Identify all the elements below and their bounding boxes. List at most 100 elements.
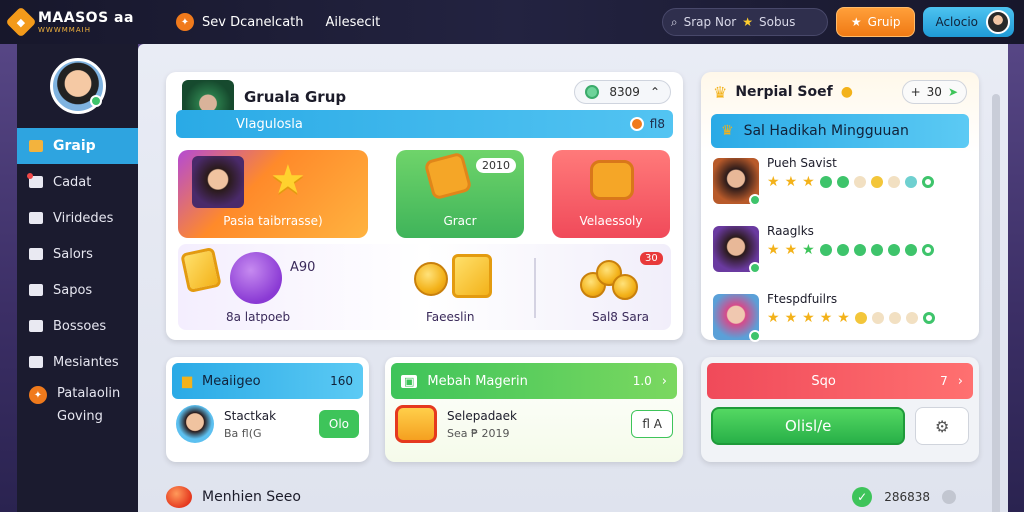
action-title: Sqo: [811, 373, 836, 389]
app-logo[interactable]: ◆ MAASOS aa WWWMMAIH: [5, 6, 170, 38]
coin-orb-icon: [230, 252, 282, 304]
star-icon: ★: [742, 15, 753, 29]
online-icon: [749, 262, 761, 274]
profile-button-label: Aclocio: [935, 15, 978, 29]
group-bar-count: fl8: [649, 117, 665, 131]
profile-button[interactable]: Aclocio: [923, 7, 1014, 37]
check-icon: ✓: [852, 487, 873, 507]
scrollbar[interactable]: [992, 94, 1000, 512]
gifts-title: Mebah Magerin: [427, 373, 528, 389]
play-button[interactable]: Olisl/e: [711, 407, 906, 445]
weekly-ranking-bar[interactable]: ♛ Sal Hadikah Mingguuan: [711, 114, 969, 148]
tile-label: Velaessoly: [579, 214, 643, 228]
sender-avatar: [176, 405, 214, 443]
sidebar-item-label: Viridedes: [53, 210, 114, 226]
progress-dots: ★ ★ ★: [767, 175, 934, 189]
sidebar-item-label: Graip: [53, 138, 96, 154]
sidebar-item-label: Mesiantes: [53, 354, 119, 370]
group-bar-label: Vlagulosla: [236, 116, 303, 132]
player-name: Ftespdfuilrs: [767, 292, 838, 306]
sidebar-item-sellers[interactable]: Salors: [17, 236, 138, 272]
gifts-header[interactable]: ▣ Mebah Magerin 1.0 ›: [391, 363, 677, 399]
sidebar-avatar[interactable]: [49, 58, 106, 114]
messages-header[interactable]: ▆ Meaiigeo 160: [172, 363, 363, 399]
online-status-icon: [89, 95, 102, 107]
search-icon: ⌕: [670, 14, 678, 29]
action-header[interactable]: Sqo 7 ›: [707, 363, 973, 399]
dropdown-icon: ⌃: [649, 85, 660, 99]
nav-item-second[interactable]: Ailesecit: [326, 15, 381, 30]
search-box[interactable]: ⌕ Srap Nor ★ Sobus: [661, 8, 828, 36]
tile-label: Gracr: [443, 214, 477, 228]
sidebar-item-videos[interactable]: Viridedes: [17, 200, 138, 236]
sender-name: Stactkak: [224, 408, 277, 423]
group-title: Gruala Grup: [244, 88, 347, 106]
sender-sub: Ba fl(G: [224, 426, 262, 440]
reward-tile-red[interactable]: Velaessoly: [552, 150, 670, 238]
player-avatar: [713, 294, 761, 342]
action-count: 7: [940, 374, 948, 388]
rewards-mid-label: Faeeslin: [426, 310, 475, 324]
sidebar-item-messages[interactable]: Mesiantes: [17, 344, 138, 380]
leaderboard-card: ♛ Nerpial Soef ● + 30 ➤ ♛ Sal Hadikah Mi…: [701, 72, 979, 342]
action-card: Sqo 7 › Olisl/e ⚙: [701, 357, 979, 462]
rewards-badge: 30: [640, 252, 663, 265]
gift-name: Selepadaek: [447, 408, 517, 423]
messages-card: ▆ Meaiigeo 160 Stactkak Ba fl(G Olo: [166, 357, 369, 462]
leaderboard-row[interactable]: Ftespdfuilrs ★ ★ ★ ★ ★: [701, 288, 979, 352]
sidebar-item-group[interactable]: Graip: [17, 128, 138, 164]
group-info-bar[interactable]: Vlagulosla fl8: [176, 110, 673, 138]
reward-tile-orange[interactable]: ★ Pasia taibrrasse): [178, 150, 368, 238]
group-points-pill[interactable]: 8309 ⌃: [574, 80, 671, 104]
group-button[interactable]: ★ Gruip: [835, 7, 916, 37]
weekly-ranking-label: Sal Hadikah Mingguuan: [743, 123, 909, 139]
sidebar-item-settings[interactable]: ✦ Patalaolin Goving: [17, 380, 138, 428]
settings-button[interactable]: ⚙: [915, 407, 969, 445]
coin-icon: [629, 117, 644, 131]
group-icon: [29, 140, 43, 152]
user-avatar: [986, 10, 1010, 34]
group-points-value: 8309: [609, 85, 640, 99]
reply-button[interactable]: Olo: [318, 410, 359, 438]
nav-item-first-label: Sev Dcanelcath: [202, 14, 304, 30]
star-coin-icon: [414, 262, 448, 296]
nav-medal-icon: ✦: [176, 13, 194, 31]
leaderboard-pill[interactable]: + 30 ➤: [901, 80, 967, 104]
sidebar-item-bosses[interactable]: Bossoes: [17, 308, 138, 344]
search-extra: Sobus: [758, 15, 796, 29]
video-icon: [29, 212, 43, 224]
online-icon: [749, 194, 761, 206]
info-icon[interactable]: [942, 490, 956, 504]
star-badge-icon: ★: [850, 15, 862, 29]
leaderboard-pill-value: 30: [926, 85, 942, 99]
footer-title: Menhien Seeo: [202, 489, 301, 505]
rewards-left-label: 8a latpoeb: [226, 310, 291, 324]
sidebar-item-label: Salors: [53, 246, 93, 262]
nav-item-first[interactable]: ✦ Sev Dcanelcath: [176, 13, 304, 31]
reward-tile-green[interactable]: 2010 Gracr: [396, 150, 524, 238]
player-avatar: [713, 158, 761, 206]
sidebar-item-chat[interactable]: Cadat: [17, 164, 138, 200]
star-icon: ★: [270, 157, 306, 203]
crown-icon: ♛: [721, 123, 734, 139]
gold-bar-icon: [452, 254, 492, 298]
nav-item-second-label: Ailesecit: [325, 14, 381, 30]
leaderboard-row[interactable]: Raaglks ★ ★ ★: [701, 220, 979, 284]
leaderboard-row[interactable]: Pueh Savist ★ ★ ★: [701, 152, 979, 216]
gift-sub: Sea ₱ 2019: [447, 426, 510, 440]
group-button-label: Gruip: [867, 15, 901, 29]
group-card: Gruala Grup 8309 ⌃ Vlagulosla fl8 ★ Pasi…: [166, 72, 683, 340]
sidebar-item-steps[interactable]: Sapos: [17, 272, 138, 308]
chevron-right-icon: ›: [661, 373, 667, 389]
claim-button[interactable]: fl A: [631, 410, 673, 438]
arrow-icon: ➤: [947, 85, 958, 99]
chat-bubble-icon: ▆: [182, 373, 192, 389]
gift-icon: [590, 160, 634, 200]
gem-icon: [585, 85, 600, 99]
rewards-strip: A90 8a latpoeb Faeeslin 30 Sal8 Sara: [178, 244, 671, 330]
chat-icon: [27, 173, 43, 188]
messages-title: Meaiigeo: [202, 373, 261, 389]
gifts-count: 1.0: [632, 374, 652, 388]
mail-icon: [29, 356, 43, 368]
plus-icon: +: [910, 85, 921, 99]
